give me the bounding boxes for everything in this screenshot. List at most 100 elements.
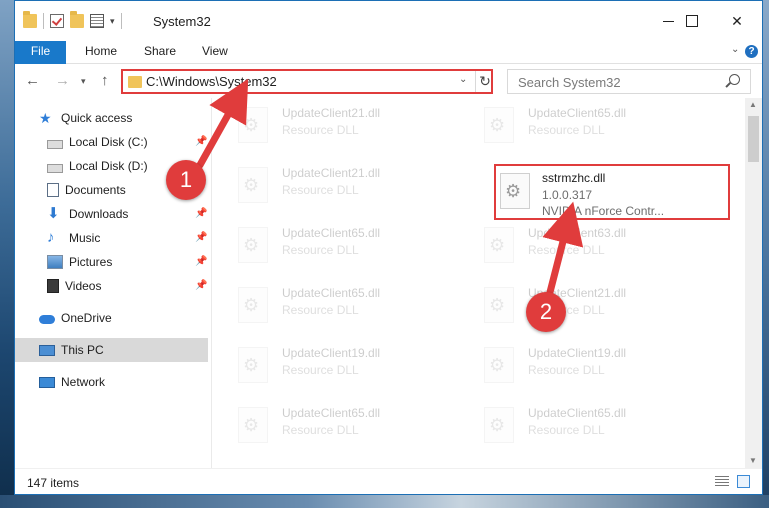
sidebar-item-downloads[interactable]: ⬇ Downloads 📌 bbox=[47, 202, 208, 226]
this-pc-icon bbox=[39, 344, 55, 356]
file-item[interactable]: UpdateClient65.dll Resource DLL bbox=[220, 220, 450, 270]
dll-file-icon bbox=[500, 173, 530, 209]
sidebar-item-quick-access[interactable]: ★ Quick access bbox=[39, 106, 208, 130]
file-type: Resource DLL bbox=[282, 363, 359, 377]
pane-divider[interactable] bbox=[211, 98, 212, 468]
dll-file-icon bbox=[484, 407, 514, 443]
network-icon bbox=[39, 376, 55, 388]
forward-arrow-icon[interactable]: → bbox=[55, 72, 70, 89]
vertical-scrollbar[interactable]: ▲ ▼ bbox=[745, 98, 762, 468]
file-name: UpdateClient21.dll bbox=[282, 166, 381, 180]
dll-file-icon bbox=[238, 167, 268, 203]
sidebar-item-pictures[interactable]: Pictures 📌 bbox=[47, 250, 208, 274]
file-type: Resource DLL bbox=[528, 423, 605, 437]
music-icon: ♪ bbox=[47, 229, 55, 246]
back-arrow-icon[interactable]: ← bbox=[25, 72, 40, 89]
sidebar-item-label: Downloads bbox=[69, 207, 129, 221]
folder-icon[interactable] bbox=[23, 11, 37, 28]
large-icons-view-icon[interactable] bbox=[737, 475, 750, 488]
new-folder-icon[interactable] bbox=[70, 11, 84, 28]
star-icon: ★ bbox=[39, 110, 52, 126]
properties-check-icon[interactable] bbox=[50, 14, 64, 28]
file-item[interactable]: UpdateClient63.dll Resource DLL bbox=[466, 220, 696, 270]
file-item[interactable]: UpdateClient65.dll Resource DLL bbox=[466, 400, 696, 450]
search-box[interactable] bbox=[507, 69, 751, 94]
address-bar[interactable]: C:\Windows\System32 ⌄ ↻ bbox=[121, 69, 493, 94]
search-icon[interactable] bbox=[729, 74, 740, 85]
search-input[interactable] bbox=[516, 74, 720, 91]
maximize-button[interactable] bbox=[677, 9, 707, 33]
file-name: UpdateClient65.dll bbox=[528, 406, 627, 420]
download-icon: ⬇ bbox=[47, 205, 60, 222]
file-item[interactable]: UpdateClient21.dll Resource DLL bbox=[220, 160, 450, 210]
sidebar-item-music[interactable]: ♪ Music 📌 bbox=[47, 226, 208, 250]
up-arrow-icon[interactable]: ↑ bbox=[101, 72, 109, 89]
file-type: Resource DLL bbox=[282, 303, 359, 317]
file-item[interactable]: UpdateClient21.dll Resource DLL bbox=[466, 280, 696, 330]
refresh-icon[interactable]: ↻ bbox=[475, 71, 494, 92]
sidebar-item-label: Music bbox=[69, 231, 101, 245]
tab-home[interactable]: Home bbox=[85, 41, 117, 63]
scroll-down-icon[interactable]: ▼ bbox=[749, 456, 757, 465]
file-item[interactable]: UpdateClient19.dll Resource DLL bbox=[466, 340, 696, 390]
file-item[interactable]: UpdateClient65.dll Resource DLL bbox=[220, 280, 450, 330]
dll-file-icon bbox=[238, 347, 268, 383]
window-title: System32 bbox=[153, 14, 211, 29]
status-bar: 147 items bbox=[15, 468, 762, 494]
tab-share[interactable]: Share bbox=[144, 41, 176, 63]
file-name: UpdateClient65.dll bbox=[282, 226, 381, 240]
recent-locations-chevron-down-icon[interactable]: ▾ bbox=[81, 76, 86, 87]
sidebar-item-network[interactable]: Network bbox=[39, 370, 208, 394]
file-type: Resource DLL bbox=[528, 123, 605, 137]
step-1-callout: 1 bbox=[166, 160, 206, 200]
file-item[interactable]: UpdateClient21.dll Resource DLL bbox=[220, 100, 450, 150]
address-history-chevron-down-icon[interactable]: ⌄ bbox=[459, 74, 467, 85]
details-view-icon[interactable] bbox=[715, 476, 729, 488]
title-bar: ▾ System32 ✕ bbox=[15, 1, 762, 41]
pin-icon[interactable]: 📌 bbox=[195, 208, 207, 219]
pictures-icon bbox=[47, 255, 63, 269]
sidebar-item-this-pc[interactable]: This PC bbox=[15, 338, 208, 362]
file-type: Resource DLL bbox=[282, 243, 359, 257]
file-list: UpdateClient21.dll Resource DLL UpdateCl… bbox=[220, 98, 743, 468]
sidebar-item-label: Local Disk (C:) bbox=[69, 135, 148, 149]
customize-toolbar-chevron-down-icon[interactable]: ▾ bbox=[110, 16, 115, 27]
pin-icon[interactable]: 📌 bbox=[195, 232, 207, 243]
pin-icon[interactable]: 📌 bbox=[195, 136, 207, 147]
file-explorer-window: ▾ System32 ✕ File Home Share View ⌄ ? ← … bbox=[14, 0, 763, 495]
file-name: UpdateClient63.dll bbox=[528, 226, 627, 240]
scroll-up-icon[interactable]: ▲ bbox=[749, 100, 757, 109]
pin-icon[interactable]: 📌 bbox=[195, 256, 207, 267]
close-button[interactable]: ✕ bbox=[722, 9, 752, 33]
file-name: UpdateClient19.dll bbox=[282, 346, 381, 360]
sidebar-item-label: This PC bbox=[61, 343, 104, 357]
expand-ribbon-chevron-down-icon[interactable]: ⌄ bbox=[731, 44, 739, 55]
sidebar-item-onedrive[interactable]: OneDrive bbox=[39, 306, 208, 330]
scrollbar-thumb[interactable] bbox=[748, 116, 759, 162]
file-item[interactable]: UpdateClient65.dll Resource DLL bbox=[466, 100, 696, 150]
dll-file-icon bbox=[238, 287, 268, 323]
file-item[interactable]: UpdateClient65.dll Resource DLL bbox=[220, 400, 450, 450]
sidebar-item-label: Documents bbox=[65, 183, 126, 197]
item-count: 147 items bbox=[27, 476, 80, 490]
list-properties-icon[interactable] bbox=[90, 14, 104, 28]
sidebar-item-label: Pictures bbox=[69, 255, 113, 269]
toolbar-separator bbox=[43, 13, 44, 29]
desktop-background-bottom bbox=[0, 495, 769, 508]
navigation-bar: ← → ▾ ↑ C:\Windows\System32 ⌄ ↻ bbox=[15, 64, 762, 98]
file-item[interactable]: UpdateClient19.dll Resource DLL bbox=[220, 340, 450, 390]
close-icon: ✕ bbox=[731, 12, 743, 29]
file-name: UpdateClient65.dll bbox=[282, 406, 381, 420]
onedrive-icon bbox=[39, 315, 55, 324]
help-icon[interactable]: ? bbox=[745, 45, 758, 58]
sidebar-item-videos[interactable]: Videos 📌 bbox=[47, 274, 208, 298]
sidebar-item-local-disk-c[interactable]: Local Disk (C:) 📌 bbox=[47, 130, 208, 154]
address-path[interactable]: C:\Windows\System32 bbox=[146, 74, 277, 89]
file-description: NVIDIA nForce Contr... bbox=[542, 204, 665, 218]
file-name: UpdateClient21.dll bbox=[282, 106, 381, 120]
pin-icon[interactable]: 📌 bbox=[195, 280, 207, 291]
ribbon-tabs: File Home Share View ⌄ ? bbox=[15, 41, 762, 91]
tab-view[interactable]: View bbox=[202, 41, 228, 63]
file-type: Resource DLL bbox=[282, 423, 359, 437]
highlighted-file-item[interactable]: sstrmzhc.dll 1.0.0.317 NVIDIA nForce Con… bbox=[494, 164, 730, 220]
